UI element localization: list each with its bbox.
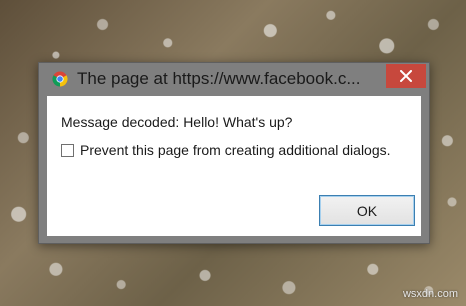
ok-button[interactable]: OK <box>319 195 415 226</box>
watermark-text: wsxdn.com <box>402 288 458 300</box>
dialog-message: Message decoded: Hello! What's up? <box>61 114 293 130</box>
dialog-title: The page at https://www.facebook.c... <box>77 69 361 88</box>
close-button[interactable] <box>386 64 426 88</box>
dialog-content: Message decoded: Hello! What's up? Preve… <box>47 96 421 236</box>
prevent-dialogs-checkbox[interactable] <box>61 143 74 157</box>
close-icon <box>400 70 412 82</box>
dialog-titlebar[interactable]: The page at https://www.facebook.c... <box>39 63 429 96</box>
chrome-icon <box>52 71 68 87</box>
prevent-dialogs-option[interactable]: Prevent this page from creating addition… <box>61 142 391 158</box>
prevent-dialogs-label: Prevent this page from creating addition… <box>80 142 391 158</box>
alert-dialog: The page at https://www.facebook.c... Me… <box>38 62 430 244</box>
